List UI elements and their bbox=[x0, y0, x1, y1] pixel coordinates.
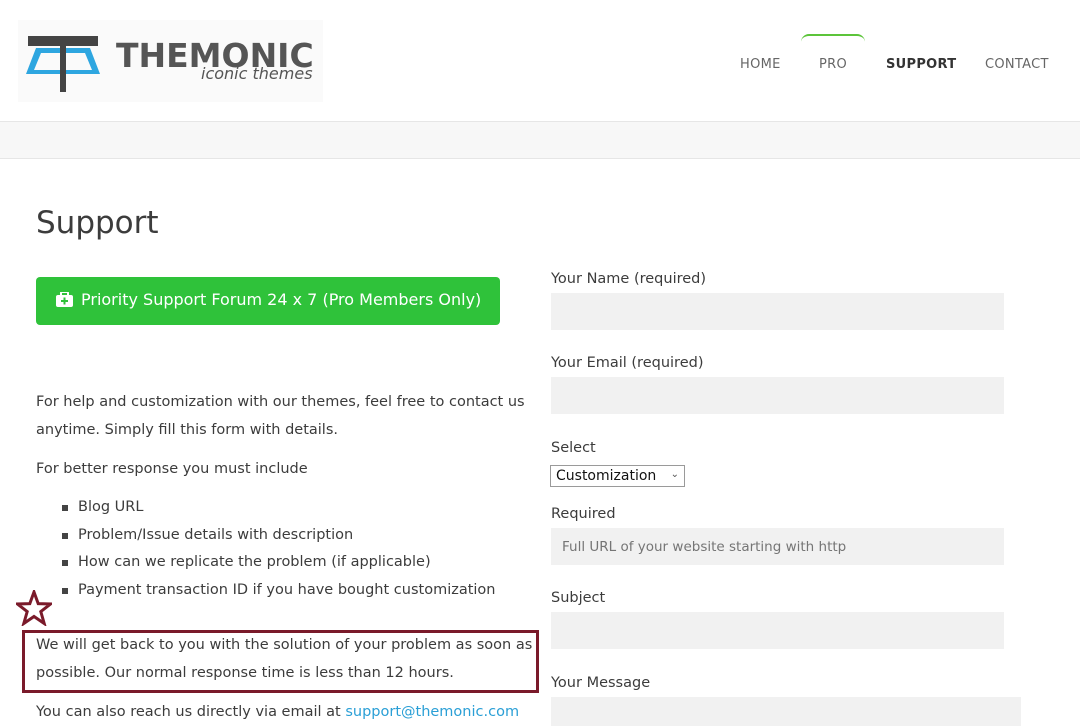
subject-label: Subject bbox=[551, 590, 606, 606]
list-item: Payment transaction ID if you have bough… bbox=[62, 577, 496, 605]
star-icon bbox=[16, 590, 52, 626]
response-line-2: possible. Our normal response time is le… bbox=[36, 665, 454, 681]
list-item: Blog URL bbox=[62, 494, 496, 522]
message-field[interactable] bbox=[551, 697, 1021, 726]
support-email-link[interactable]: support@themonic.com bbox=[345, 704, 519, 720]
email-prefix: You can also reach us directly via email… bbox=[36, 704, 346, 720]
email-line: You can also reach us directly via email… bbox=[36, 698, 519, 726]
required-label: Required bbox=[551, 506, 616, 522]
select-label: Select bbox=[551, 440, 596, 456]
nav-support[interactable]: SUPPORT bbox=[886, 57, 956, 72]
list-item: How can we replicate the problem (if app… bbox=[62, 549, 496, 577]
message-label: Your Message bbox=[551, 675, 651, 691]
site-logo[interactable]: THEMONIC iconic themes bbox=[18, 20, 323, 102]
name-label: Your Name (required) bbox=[551, 271, 707, 287]
medkit-icon bbox=[56, 291, 73, 311]
email-label: Your Email (required) bbox=[551, 355, 704, 371]
nav-pro-indicator bbox=[801, 34, 865, 46]
include-list: Blog URL Problem/Issue details with desc… bbox=[62, 494, 496, 605]
topic-select[interactable]: Customization ⌄ bbox=[550, 465, 685, 487]
select-value: Customization bbox=[556, 468, 657, 484]
response-line-1: We will get back to you with the solutio… bbox=[36, 637, 533, 653]
include-heading: For better response you must include bbox=[36, 461, 308, 477]
name-field[interactable] bbox=[551, 293, 1004, 330]
chevron-down-icon: ⌄ bbox=[670, 469, 679, 480]
logo-tagline: iconic themes bbox=[201, 64, 313, 83]
priority-support-forum-button[interactable]: Priority Support Forum 24 x 7 (Pro Membe… bbox=[36, 277, 500, 325]
nav-home[interactable]: HOME bbox=[740, 57, 781, 72]
intro-line-1: For help and customization with our them… bbox=[36, 394, 525, 410]
nav-pro[interactable]: PRO bbox=[819, 57, 847, 72]
forum-button-label: Priority Support Forum 24 x 7 (Pro Membe… bbox=[81, 290, 482, 309]
intro-line-2: anytime. Simply fill this form with deta… bbox=[36, 422, 338, 438]
page-title: Support bbox=[36, 205, 159, 241]
site-header: THEMONIC iconic themes HOME PRO SUPPORT … bbox=[0, 0, 1080, 121]
nav-contact[interactable]: CONTACT bbox=[985, 57, 1049, 72]
email-field[interactable] bbox=[551, 377, 1004, 414]
header-band bbox=[0, 121, 1080, 159]
logo-icon bbox=[26, 36, 100, 92]
list-item: Problem/Issue details with description bbox=[62, 522, 496, 550]
subject-field[interactable] bbox=[551, 612, 1004, 649]
website-url-field[interactable] bbox=[551, 528, 1004, 565]
